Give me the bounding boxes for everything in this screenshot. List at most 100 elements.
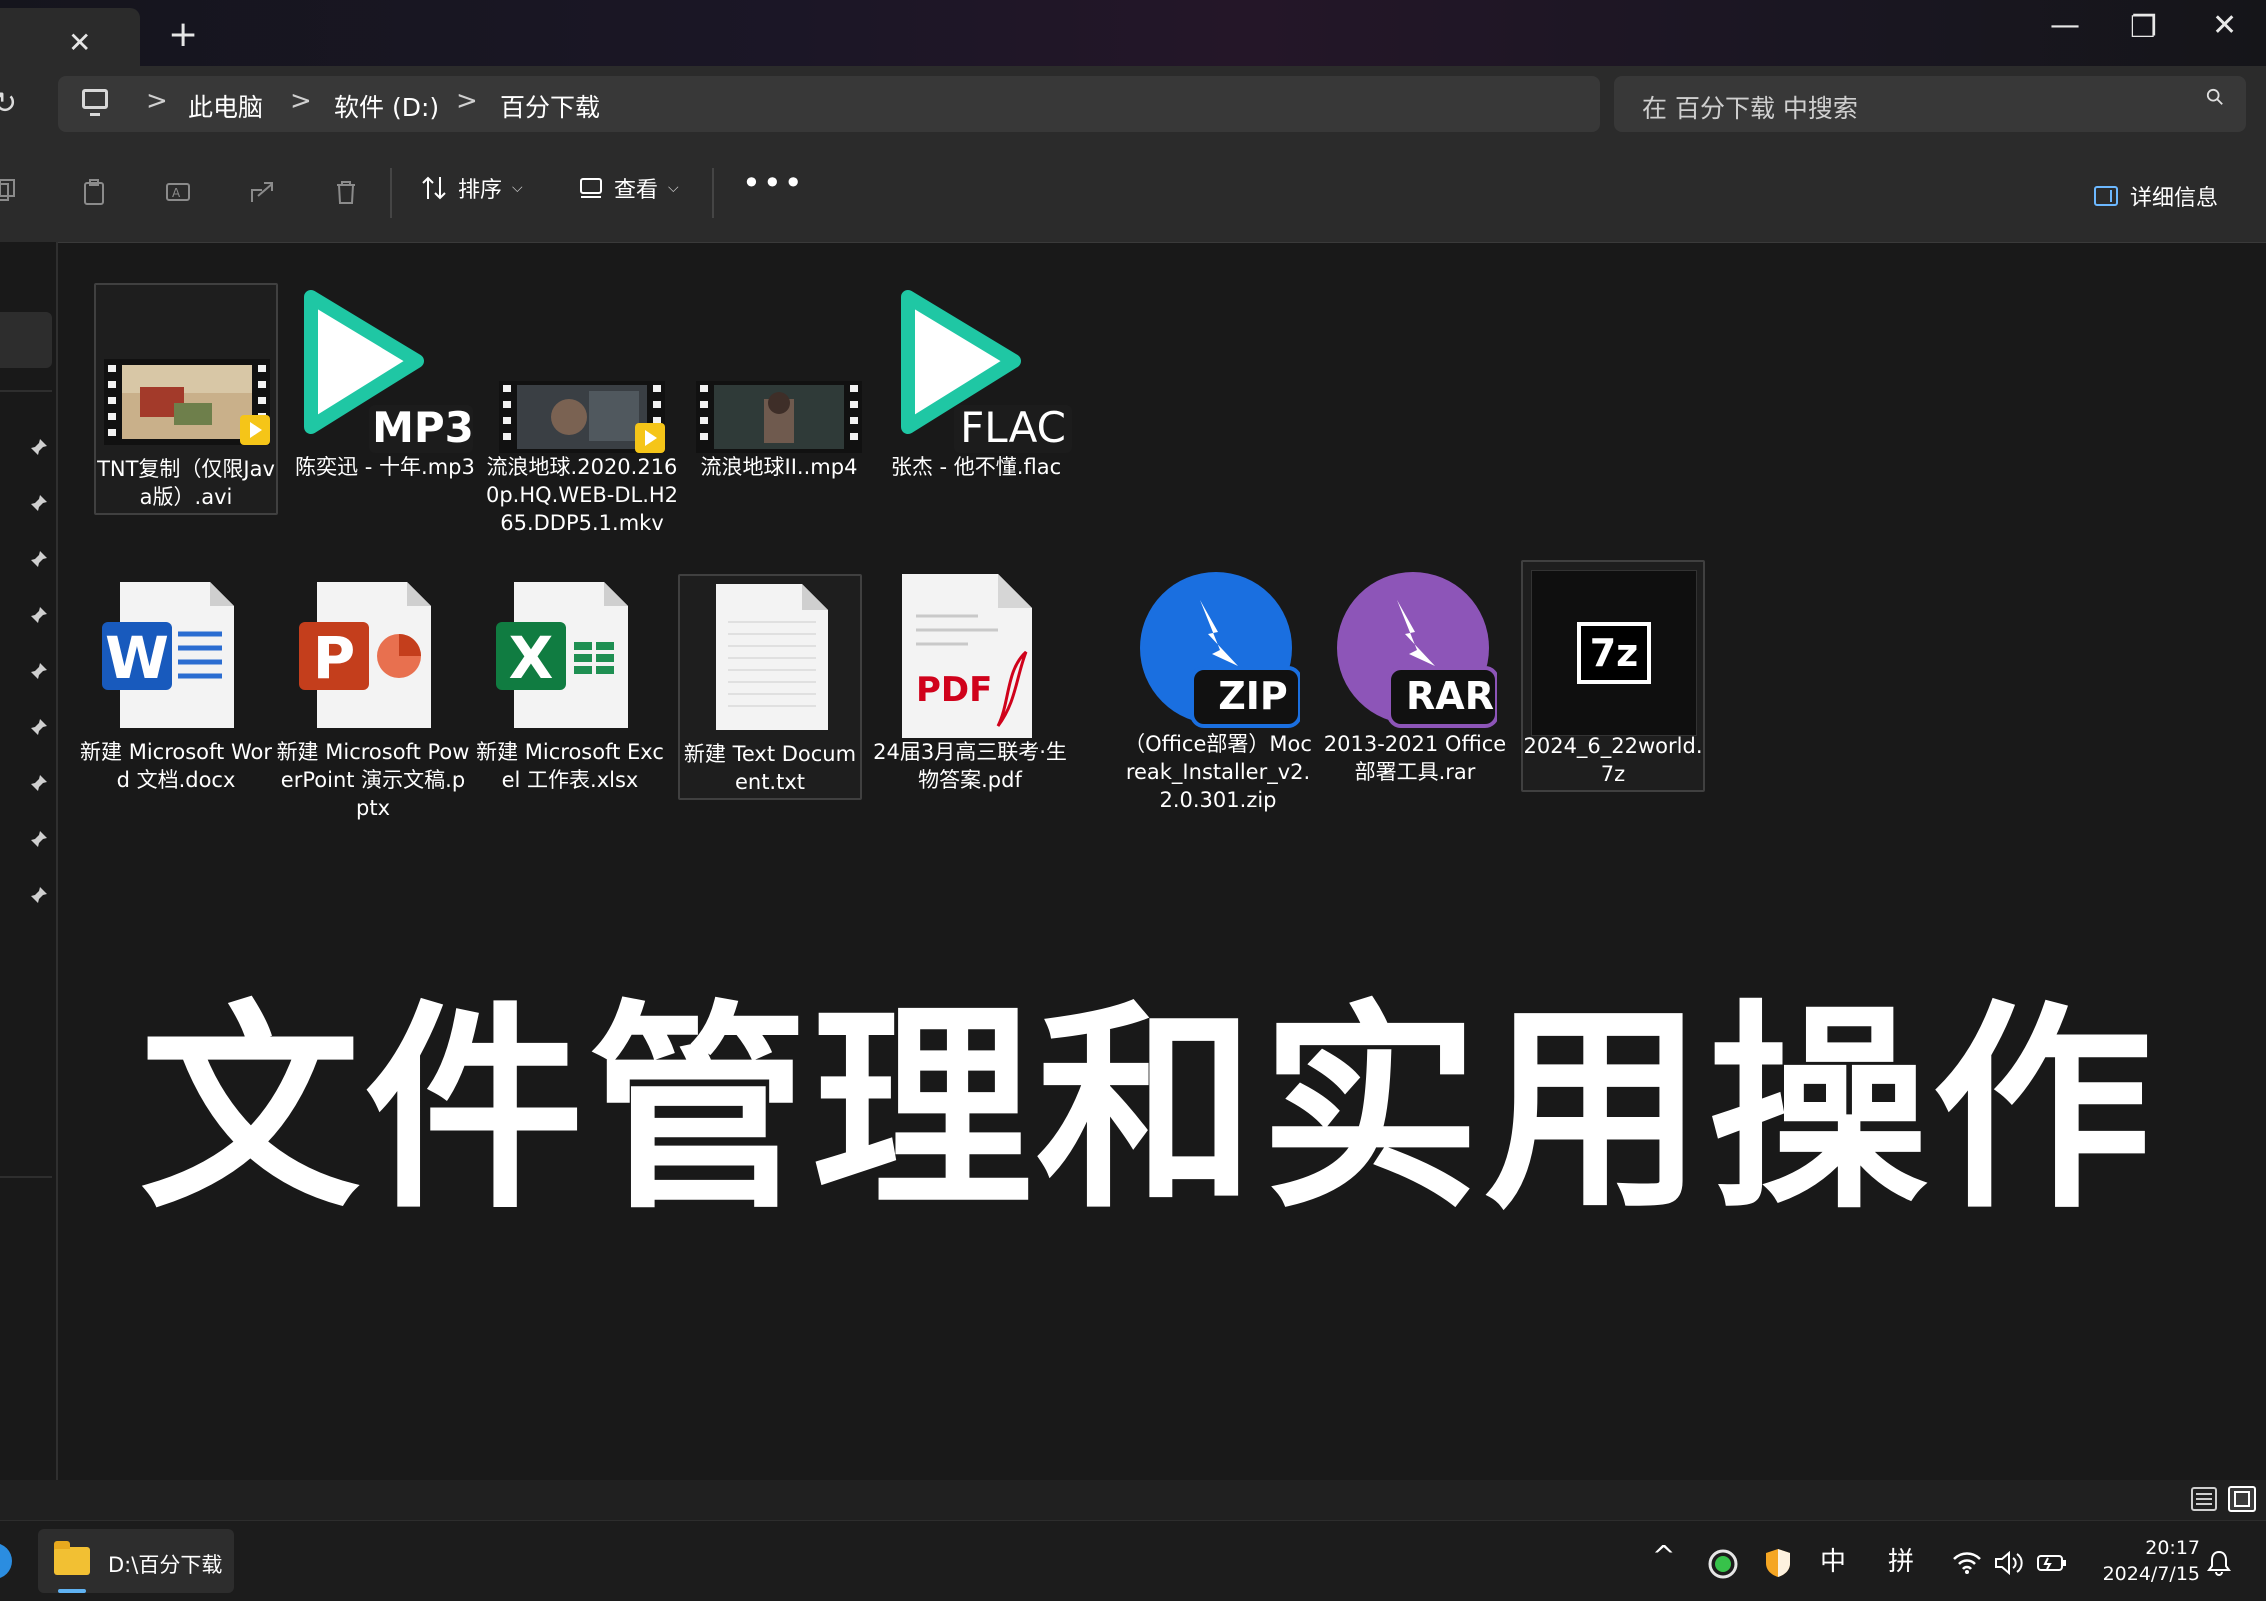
delete-icon[interactable] bbox=[332, 178, 360, 206]
view-label: 查看 bbox=[614, 178, 659, 203]
address-row: ↻ > 此电脑 > 软件 (D:) > 百分下载 在 百分下载 中搜索 bbox=[0, 66, 2266, 142]
file-item[interactable]: TNT复制（仅限Java版）.avi bbox=[94, 283, 278, 515]
share-icon[interactable] bbox=[248, 178, 276, 206]
wifi-icon[interactable] bbox=[1952, 1551, 1982, 1575]
details-pane-icon bbox=[2094, 186, 2118, 206]
video-thumbnail-icon bbox=[104, 359, 270, 445]
pin-icon[interactable] bbox=[30, 550, 48, 568]
pin-icon[interactable] bbox=[30, 662, 48, 680]
ime-language-indicator[interactable]: 中 bbox=[1820, 1541, 1846, 1578]
breadcrumb-current-folder[interactable]: 百分下载 bbox=[500, 88, 600, 124]
powerpoint-badge: P bbox=[312, 624, 356, 692]
notification-bell-icon[interactable] bbox=[2206, 1549, 2232, 1577]
copy-icon[interactable] bbox=[0, 178, 18, 206]
paste-icon[interactable] bbox=[80, 178, 108, 206]
word-badge: W bbox=[105, 624, 169, 692]
pin-icon[interactable] bbox=[30, 718, 48, 736]
chevron-down-icon: ⌵ bbox=[668, 180, 679, 196]
file-name: （Office部署）Mocreak_Installer_v2.2.0.301.z… bbox=[1124, 732, 1312, 812]
large-icons-view-icon[interactable] bbox=[2228, 1486, 2256, 1512]
battery-icon[interactable] bbox=[2036, 1551, 2068, 1575]
pin-icon[interactable] bbox=[30, 830, 48, 848]
breadcrumb-drive-d[interactable]: 软件 (D:) bbox=[334, 88, 439, 124]
pin-icon[interactable] bbox=[30, 774, 48, 792]
pin-icon[interactable] bbox=[30, 494, 48, 512]
address-bar[interactable]: > 此电脑 > 软件 (D:) > 百分下载 bbox=[58, 76, 1600, 132]
chevron-down-icon: ⌵ bbox=[512, 180, 523, 196]
volume-icon[interactable] bbox=[1994, 1551, 2024, 1575]
view-icon bbox=[580, 178, 602, 198]
file-item[interactable]: 新建 Text Document.txt bbox=[678, 574, 862, 800]
new-tab-button[interactable]: + bbox=[168, 14, 198, 55]
pin-icon[interactable] bbox=[30, 886, 48, 904]
details-view-icon[interactable] bbox=[2190, 1486, 2218, 1512]
sort-icon bbox=[422, 176, 446, 200]
tab-baifen[interactable]: ✕ bbox=[0, 8, 140, 66]
restore-button[interactable]: ❐ bbox=[2130, 10, 2157, 45]
status-green-icon[interactable] bbox=[1708, 1549, 1738, 1579]
rename-icon[interactable]: A bbox=[164, 178, 192, 206]
toolbar-divider bbox=[390, 168, 392, 218]
file-name: 24届3月高三联考·生物答案.pdf bbox=[873, 740, 1067, 792]
file-item[interactable]: 7z 2024_6_22world.7z bbox=[1521, 560, 1705, 792]
security-shield-icon[interactable] bbox=[1764, 1547, 1792, 1579]
file-name: 新建 Microsoft Word 文档.docx bbox=[80, 740, 272, 792]
active-indicator bbox=[58, 1589, 86, 1593]
view-button[interactable]: 查看 ⌵ bbox=[578, 172, 679, 204]
sidebar-divider bbox=[0, 1176, 52, 1178]
file-name: 流浪地球II..mp4 bbox=[700, 455, 858, 479]
flac-badge: FLAC bbox=[960, 403, 1066, 452]
file-name: 陈奕迅 - 十年.mp3 bbox=[295, 455, 475, 479]
clock-time: 20:17 bbox=[2145, 1537, 2200, 1559]
system-clock[interactable]: 20:17 2024/7/15 bbox=[2094, 1535, 2200, 1587]
sort-button[interactable]: 排序 ⌵ bbox=[420, 172, 523, 204]
overlay-title: 文件管理和实用操作 bbox=[140, 982, 2157, 1238]
excel-badge: X bbox=[508, 624, 554, 692]
chevron-right-icon[interactable]: > bbox=[456, 86, 478, 116]
file-name: 2013-2021 Office部署工具.rar bbox=[1323, 732, 1507, 784]
7z-badge: 7z bbox=[1577, 622, 1651, 684]
details-pane-button[interactable]: 详细信息 bbox=[2094, 180, 2218, 212]
sidebar-item-selected[interactable] bbox=[0, 312, 52, 368]
taskbar-file-explorer[interactable]: D:\百分下载 bbox=[38, 1529, 234, 1593]
tab-close-icon[interactable]: ✕ bbox=[68, 26, 91, 59]
clock-date: 2024/7/15 bbox=[2102, 1563, 2200, 1585]
file-name: 张杰 - 他不懂.flac bbox=[890, 455, 1062, 479]
zip-badge: ZIP bbox=[1218, 674, 1288, 718]
close-button[interactable]: ✕ bbox=[2212, 8, 2237, 43]
video-thumbnail-icon bbox=[499, 381, 665, 453]
chevron-right-icon[interactable]: > bbox=[146, 86, 168, 116]
file-name: 新建 Microsoft PowerPoint 演示文稿.pptx bbox=[276, 740, 470, 820]
pin-icon[interactable] bbox=[30, 606, 48, 624]
taskbar: D:\百分下载 ^ 中 拼 20:17 2024/7/15 bbox=[0, 1520, 2266, 1601]
this-pc-icon[interactable] bbox=[82, 89, 108, 116]
search-icon bbox=[2206, 88, 2223, 105]
svg-text:A: A bbox=[172, 186, 181, 200]
chevron-right-icon[interactable]: > bbox=[290, 86, 312, 116]
file-name: 新建 Text Document.txt bbox=[683, 742, 857, 794]
rar-badge: RAR bbox=[1406, 674, 1494, 718]
file-name: 2024_6_22world.7z bbox=[1523, 734, 1703, 786]
start-icon[interactable] bbox=[0, 1543, 12, 1579]
navigation-pane bbox=[0, 242, 58, 1480]
mp3-badge: MP3 bbox=[372, 403, 474, 452]
breadcrumb-this-pc[interactable]: 此电脑 bbox=[188, 88, 263, 124]
pin-icon[interactable] bbox=[30, 438, 48, 456]
file-name: 流浪地球.2020.2160p.HQ.WEB-DL.H265.DDP5.1.mk… bbox=[485, 455, 679, 535]
ime-mode-indicator[interactable]: 拼 bbox=[1888, 1541, 1914, 1578]
sort-label: 排序 bbox=[458, 178, 503, 203]
file-name: 新建 Microsoft Excel 工作表.xlsx bbox=[476, 740, 664, 792]
folder-icon bbox=[54, 1541, 90, 1575]
toolbar-divider bbox=[712, 168, 714, 218]
command-bar: A 排序 ⌵ 查看 ⌵ ••• 详细信息 bbox=[0, 142, 2266, 243]
text-document-icon bbox=[716, 584, 828, 730]
minimize-button[interactable]: — bbox=[2050, 8, 2080, 43]
more-options-button[interactable]: ••• bbox=[742, 164, 805, 202]
search-placeholder: 在 百分下载 中搜索 bbox=[1642, 94, 1858, 123]
pdf-badge: PDF bbox=[916, 670, 993, 710]
file-name: TNT复制（仅限Java版）.avi bbox=[97, 457, 275, 509]
search-input[interactable]: 在 百分下载 中搜索 bbox=[1614, 76, 2246, 132]
title-bar: ✕ + — ❐ ✕ bbox=[0, 0, 2266, 66]
refresh-icon[interactable]: ↻ bbox=[0, 86, 17, 121]
tray-overflow-chevron-icon[interactable]: ^ bbox=[1652, 1539, 1675, 1572]
